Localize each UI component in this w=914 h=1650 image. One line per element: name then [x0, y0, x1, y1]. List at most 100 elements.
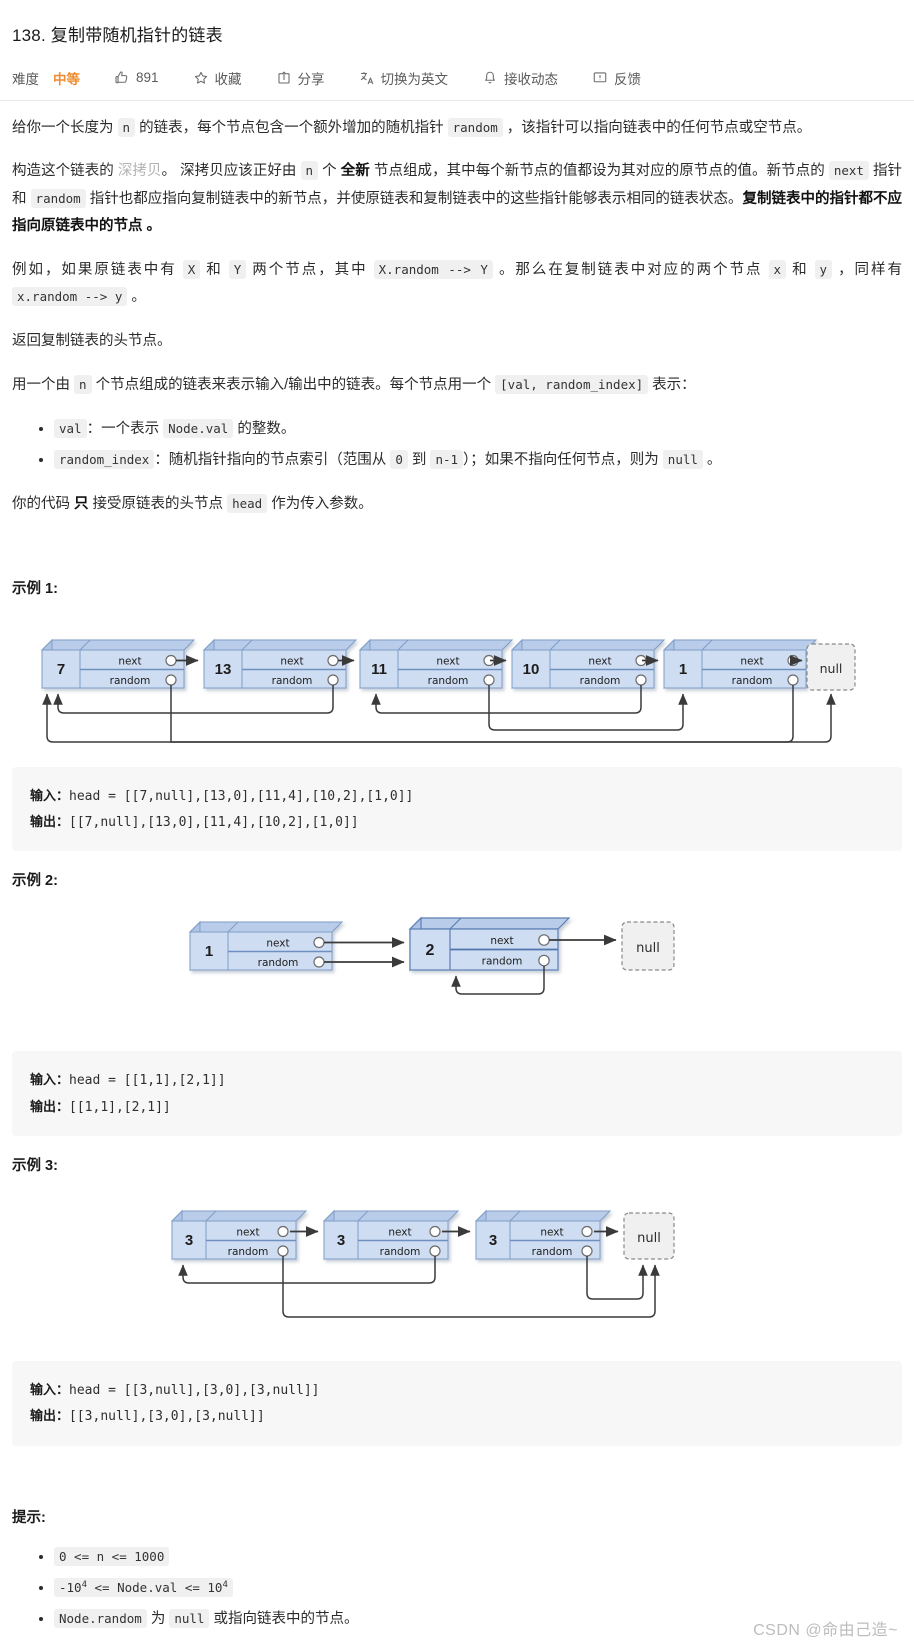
- node-value: 3: [489, 1232, 497, 1249]
- star-icon: [193, 70, 209, 86]
- random-pointer-dot: [787, 674, 799, 686]
- inline-code: null: [169, 1608, 210, 1628]
- like-count-label: 891: [136, 70, 159, 86]
- input-label: 输入：: [30, 787, 70, 803]
- inline-code: null: [662, 450, 703, 470]
- input-label: 输入：: [30, 1072, 70, 1088]
- example-3-code: 输入：head = [[3,null],[3,0],[3,null]] 输出：[…: [12, 1361, 902, 1446]
- next-pointer-dot: [165, 654, 177, 666]
- subscribe-button[interactable]: 接收动态: [482, 68, 558, 88]
- list-item: 0 <= n <= 1000: [54, 1543, 902, 1572]
- list-node: 1 next random: [188, 921, 344, 972]
- random-pointer-dot: [165, 674, 177, 686]
- list-node: 3 next random: [474, 1209, 612, 1261]
- header-divider: [0, 99, 914, 101]
- list-item: -104 <= Node.val <= 104: [54, 1574, 902, 1603]
- description-paragraph-3: 例如，如果原链表中有 X 和 Y 两个节点，其中 X.random --> Y …: [12, 259, 903, 307]
- random-pointer-dot: [327, 674, 339, 686]
- null-label: null: [820, 661, 843, 676]
- page-title: 138. 复制带随机指针的链表: [12, 26, 223, 46]
- node-random-label: random: [110, 675, 151, 687]
- inline-code: random: [447, 117, 503, 137]
- example-2-title: 示例 2:: [12, 873, 58, 890]
- next-pointer-dot: [538, 934, 550, 947]
- emphasis-text: 只: [74, 496, 89, 513]
- node-value: 3: [337, 1232, 345, 1249]
- node-value: 10: [523, 661, 540, 678]
- next-pointer-dot: [581, 1225, 593, 1238]
- next-pointer-dot: [327, 654, 339, 666]
- example-2-code: 输入：head = [[1,1],[2,1]] 输出：[[1,1],[2,1]]: [12, 1051, 902, 1137]
- inline-code: Y: [228, 259, 247, 279]
- null-node: null: [621, 921, 675, 971]
- output-value: [[1,1],[2,1]]: [69, 1099, 171, 1115]
- null-label: null: [636, 941, 660, 956]
- node-value: 13: [215, 661, 232, 678]
- hints-title: 提示:: [12, 1509, 46, 1526]
- example-1-diagram: 7 next random 13 next random 11 next ran…: [12, 612, 902, 747]
- random-pointer-dot: [483, 674, 495, 686]
- random-pointer-dot: [635, 674, 647, 686]
- output-label: 输出：: [30, 1408, 70, 1424]
- inline-code: y: [814, 259, 833, 279]
- emphasis-text: 复制链表中的指针都不应指向原链表中的节点 。: [12, 190, 903, 235]
- favorite-button[interactable]: 收藏: [193, 68, 242, 88]
- description-paragraph-4: 返回复制链表的头节点。: [12, 333, 172, 350]
- inline-code: n-1: [430, 450, 464, 470]
- list-item: val：一个表示 Node.val 的整数。: [54, 415, 902, 444]
- node-value: 1: [205, 943, 213, 960]
- inline-code: 0 <= n <= 1000: [54, 1546, 170, 1566]
- inline-code: val: [54, 419, 87, 439]
- random-pointer-dot: [538, 955, 550, 967]
- node-next-label: next: [266, 938, 289, 950]
- node-next-label: next: [436, 655, 459, 667]
- inline-code: Node.random: [54, 1608, 147, 1628]
- node-value: 7: [57, 661, 65, 678]
- feedback-label: 反馈: [614, 71, 642, 87]
- inline-code: head: [227, 494, 268, 514]
- input-value: head = [[7,null],[13,0],[11,4],[10,2],[1…: [69, 788, 414, 804]
- node-next-label: next: [236, 1227, 259, 1239]
- list-node: 11 next random: [358, 638, 514, 689]
- example-1-code: 输入：head = [[7,null],[13,0],[11,4],[10,2]…: [12, 766, 902, 852]
- difficulty-value: 中等: [53, 71, 80, 87]
- input-label: 输入：: [30, 1382, 70, 1398]
- share-button[interactable]: 分享: [276, 68, 325, 88]
- output-value: [[7,null],[13,0],[11,4],[10,2],[1,0]]: [69, 815, 359, 831]
- difficulty-block: 难度 中等: [12, 68, 80, 88]
- list-node: 13 next random: [202, 638, 358, 689]
- list-node: 2 next random: [408, 916, 571, 972]
- linked-list-svg-3: 3 next random 3 next random 3 next rando…: [170, 1209, 675, 1318]
- random-pointer-dot: [277, 1245, 289, 1257]
- null-node: null: [806, 643, 856, 691]
- node-group: 7 next random 13 next random 11 next ran…: [40, 638, 856, 691]
- node-next-label: next: [118, 655, 141, 667]
- feedback-button[interactable]: 反馈: [592, 68, 641, 88]
- example-3-title: 示例 3:: [12, 1158, 58, 1175]
- feedback-icon: [592, 70, 608, 86]
- node-next-label: next: [740, 655, 763, 667]
- inline-code: x.random --> y: [12, 287, 128, 307]
- problem-content: 给你一个长度为 n 的链表，每个节点包含一个额外增加的随机指针 random ，…: [0, 115, 914, 1634]
- node-format-list: val：一个表示 Node.val 的整数。 random_index：随机指针…: [12, 415, 902, 475]
- translate-icon: [359, 70, 375, 86]
- list-node: 7 next random: [40, 638, 196, 689]
- switch-language-button[interactable]: 切换为英文: [359, 68, 448, 88]
- watermark: CSDN @命由己造~: [753, 1621, 898, 1639]
- input-value: head = [[1,1],[2,1]]: [69, 1073, 226, 1089]
- description-paragraph-2: 构造这个链表的 深拷贝。 深拷贝应该正好由 n 个 全新 节点组成，其中每个新节…: [12, 161, 903, 235]
- inline-code: 0: [390, 450, 408, 470]
- next-pointer-dot: [429, 1225, 441, 1238]
- node-next-label: next: [388, 1227, 411, 1239]
- next-pointer-dot: [277, 1225, 289, 1238]
- inline-code: X.random --> Y: [373, 259, 493, 279]
- like-button[interactable]: 891: [114, 70, 159, 86]
- node-random-label: random: [580, 675, 621, 687]
- random-arrows: [42, 684, 836, 743]
- node-random-label: random: [258, 957, 299, 969]
- inline-code: next: [828, 161, 869, 181]
- share-icon: [276, 70, 292, 86]
- subscribe-label: 接收动态: [504, 71, 559, 87]
- description-paragraph-6: 你的代码 只 接受原链表的头节点 head 作为传入参数。: [12, 494, 373, 514]
- list-item: random_index：随机指针指向的节点索引（范围从 0 到 n-1）；如果…: [54, 446, 902, 475]
